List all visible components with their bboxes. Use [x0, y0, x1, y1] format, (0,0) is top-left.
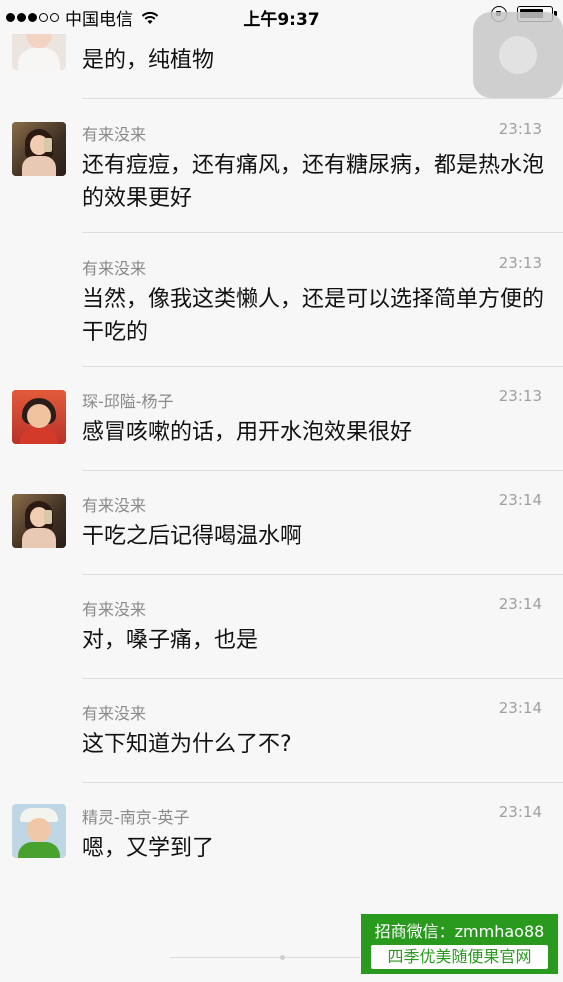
sender-name: 有来没来	[82, 704, 147, 723]
divider	[82, 678, 563, 679]
message-time: 23:13	[498, 254, 542, 272]
sender-name: 有来没来	[82, 496, 147, 515]
divider	[82, 366, 563, 367]
sender-name: 有来没来	[82, 259, 147, 278]
watermark-wechat: 招商微信：zmmhao88	[374, 922, 545, 941]
watermark-banner: 招商微信：zmmhao88 四季优美随便果官网	[361, 914, 558, 974]
sender-name: 琛-邱隘-杨子	[82, 392, 174, 411]
divider	[82, 782, 563, 783]
avatar[interactable]	[12, 804, 66, 858]
divider	[82, 574, 563, 575]
assistive-touch-ring	[495, 32, 541, 78]
assistive-touch-button[interactable]	[473, 12, 563, 98]
divider	[82, 98, 563, 99]
message-time: 23:14	[498, 595, 542, 613]
page-dot	[280, 955, 285, 960]
message-time: 23:14	[498, 491, 542, 509]
message-time: 23:14	[498, 803, 542, 821]
avatar[interactable]	[12, 494, 66, 548]
message-text: 感冒咳嗽的话，用开水泡效果很好	[82, 420, 413, 445]
bottom-divider	[170, 957, 360, 958]
message-text: 还有痘痘，还有痛风，还有糖尿病，都是热水泡的效果更好	[82, 153, 545, 211]
message-text: 干吃之后记得喝温水啊	[82, 524, 303, 549]
message-text: 这下知道为什么了不?	[82, 732, 292, 757]
divider	[82, 232, 563, 233]
sender-name: 有来没来	[82, 125, 147, 144]
message-time: 23:13	[498, 387, 542, 405]
divider	[82, 470, 563, 471]
message-time: 23:14	[498, 699, 542, 717]
message-time: 23:13	[498, 120, 542, 138]
sender-name: 有来没来	[82, 600, 147, 619]
sender-name: 精灵-南京-英子	[82, 808, 190, 827]
avatar[interactable]	[12, 390, 66, 444]
message-text: 对，嗓子痛，也是	[82, 628, 259, 653]
message-text: 当然，像我这类懒人，还是可以选择简单方便的干吃的	[82, 287, 545, 345]
watermark-site: 四季优美随便果官网	[371, 945, 548, 969]
avatar[interactable]	[12, 122, 66, 176]
message-text: 嗯，又学到了	[82, 836, 215, 861]
